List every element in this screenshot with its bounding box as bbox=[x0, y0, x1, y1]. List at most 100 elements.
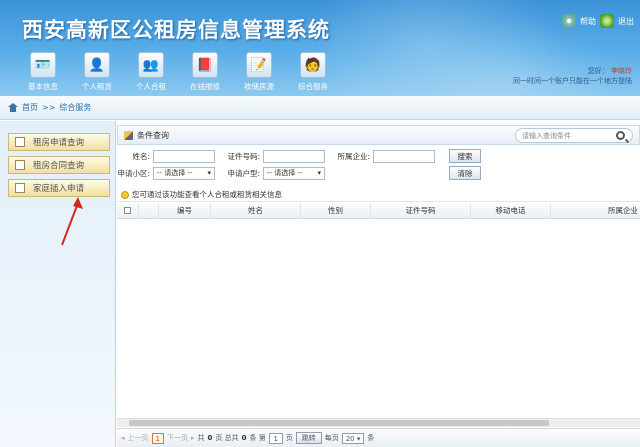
per-page-unit: 条 bbox=[367, 434, 375, 442]
sidebar-item-rent-application-query[interactable]: 租房申请查询 bbox=[8, 133, 110, 151]
exit-icon[interactable] bbox=[600, 14, 614, 28]
annotation-arrow-icon bbox=[61, 197, 83, 246]
nav-label: 在线报修 bbox=[190, 82, 220, 91]
lightbulb-icon bbox=[121, 190, 129, 199]
query-panel-header: 条件查询 请输入查询条件 bbox=[117, 125, 640, 145]
total-prefix: 共 bbox=[197, 434, 205, 442]
prev-page-icon[interactable]: ◂ bbox=[121, 434, 125, 442]
horizontal-scrollbar[interactable] bbox=[117, 418, 640, 427]
home-icon bbox=[8, 103, 18, 112]
nav-item-basic-info[interactable]: 🪪 基本信息 bbox=[20, 52, 66, 92]
total-items: 0 bbox=[241, 434, 247, 442]
search-icon[interactable] bbox=[616, 131, 625, 140]
service-person-icon: 🧑 bbox=[300, 52, 326, 78]
app-title: 西安高新区公租房信息管理系统 bbox=[22, 18, 330, 42]
goto-page-input[interactable]: 1 bbox=[268, 432, 283, 444]
nav-item-personal-share[interactable]: 👥 个人合租 bbox=[128, 52, 174, 92]
clear-button[interactable]: 清除 bbox=[449, 166, 481, 180]
column-header-company[interactable]: 所属企业 bbox=[551, 203, 640, 219]
community-select[interactable]: -- 请选择 -- ▾ bbox=[153, 166, 215, 180]
name-field[interactable] bbox=[153, 149, 215, 163]
next-page-icon[interactable]: ▸ bbox=[191, 434, 195, 442]
column-header-number[interactable]: 编号 bbox=[159, 202, 211, 219]
sidebar-item-family-insert-application[interactable]: 家庭插入申请 bbox=[8, 179, 110, 197]
nav-label: 综合服务 bbox=[298, 82, 328, 91]
housing-pen-icon: 📝 bbox=[246, 52, 272, 78]
nav-item-personal-rent[interactable]: 👤 个人租赁 bbox=[74, 52, 120, 92]
repair-book-icon: 📕 bbox=[192, 52, 218, 78]
column-header-id-number[interactable]: 证件号码 bbox=[371, 202, 471, 219]
user-name: 李晓玲 bbox=[611, 67, 632, 75]
breadcrumb-home[interactable]: 首页 bbox=[22, 102, 38, 113]
nav-label: 收储房源 bbox=[244, 82, 274, 91]
app-header: 西安高新区公租房信息管理系统 帮助 退出 🪪 基本信息 👤 个人租赁 👥 个人合… bbox=[0, 0, 640, 96]
company-field[interactable] bbox=[373, 149, 435, 163]
name-label: 姓名: bbox=[132, 151, 150, 161]
person-rent-icon: 👤 bbox=[84, 52, 110, 78]
chevron-down-icon: ▾ bbox=[207, 169, 211, 177]
community-label: 申请小区: bbox=[117, 168, 150, 178]
search-placeholder: 请输入查询条件 bbox=[522, 131, 571, 140]
id-number-field[interactable] bbox=[263, 149, 325, 163]
document-icon bbox=[15, 160, 25, 170]
type-select-value: -- 请选择 -- bbox=[267, 169, 303, 177]
select-all-cell bbox=[117, 202, 139, 219]
nav-label: 基本信息 bbox=[28, 82, 58, 91]
search-button[interactable]: 搜索 bbox=[449, 149, 481, 163]
sidebar-item-label: 租房合同查询 bbox=[33, 161, 85, 171]
document-icon bbox=[15, 183, 25, 193]
nav-item-online-repair[interactable]: 📕 在线报修 bbox=[182, 52, 228, 92]
column-header-mobile[interactable]: 移动电话 bbox=[471, 202, 551, 219]
query-row-2: 申请小区: -- 请选择 -- ▾ 申请户型: -- 请选择 -- ▾ 清除 bbox=[117, 166, 481, 180]
type-select[interactable]: -- 请选择 -- ▾ bbox=[263, 166, 325, 180]
items-unit: 条 第 bbox=[249, 434, 266, 442]
nav-label: 个人合租 bbox=[136, 82, 166, 91]
search-input[interactable]: 请输入查询条件 bbox=[515, 128, 633, 143]
select-all-checkbox[interactable] bbox=[124, 207, 131, 214]
table-header: 编号 姓名 性别 证件号码 移动电话 所属企业 bbox=[117, 202, 640, 219]
info-card-icon: 🪪 bbox=[30, 52, 56, 78]
query-row-1: 姓名: 证件号码: 所属企业: 搜索 bbox=[117, 149, 481, 163]
scrollbar-thumb[interactable] bbox=[129, 420, 549, 426]
document-icon bbox=[15, 137, 25, 147]
pencil-icon bbox=[124, 130, 133, 140]
pages-unit: 页 总共 bbox=[215, 434, 239, 442]
help-link[interactable]: 帮助 bbox=[580, 16, 596, 27]
main-content: 条件查询 请输入查询条件 姓名: 证件号码: 所属企业: 搜索 申请小区: --… bbox=[117, 121, 640, 447]
chevron-down-icon: ▾ bbox=[356, 434, 361, 443]
column-header-gender[interactable]: 性别 bbox=[301, 202, 371, 219]
type-label: 申请户型: bbox=[227, 168, 260, 178]
current-page-indicator[interactable]: 1 bbox=[151, 432, 164, 444]
query-panel-title: 条件查询 bbox=[137, 130, 169, 140]
prev-page-button[interactable]: 上一页 bbox=[128, 433, 149, 443]
top-links: 帮助 退出 bbox=[562, 14, 634, 28]
per-page-value: 20 bbox=[345, 434, 355, 443]
user-info: 您好： 李晓玲 同一时间一个账户只能在一个地方登陆 bbox=[513, 66, 632, 86]
id-label: 证件号码: bbox=[227, 151, 260, 161]
breadcrumb-separator: >> bbox=[42, 103, 56, 112]
pagination-bar: ◂ 上一页 1 下一页 ▸ 共 0 页 总共 0 条 第 1 页 跳转 每页 2… bbox=[117, 428, 640, 447]
column-header-name[interactable]: 姓名 bbox=[211, 202, 301, 219]
sidebar-item-rent-contract-query[interactable]: 租房合同查询 bbox=[8, 156, 110, 174]
nav-item-housing-storage[interactable]: 📝 收储房源 bbox=[236, 52, 282, 92]
person-share-icon: 👥 bbox=[138, 52, 164, 78]
per-page-select[interactable]: 20 ▾ bbox=[341, 432, 365, 444]
nav-label: 个人租赁 bbox=[82, 82, 112, 91]
nav-item-general-service[interactable]: 🧑 综合服务 bbox=[290, 52, 336, 92]
exit-link[interactable]: 退出 bbox=[618, 16, 634, 27]
main-nav: 🪪 基本信息 👤 个人租赁 👥 个人合租 📕 在线报修 📝 收储房源 🧑 综合服… bbox=[20, 52, 336, 92]
sidebar-item-label: 家庭插入申请 bbox=[33, 184, 85, 194]
tip-row: 您可通过该功能查看个人合租或租赁相关信息 bbox=[117, 188, 640, 202]
sidebar: 租房申请查询 租房合同查询 家庭插入申请 bbox=[0, 121, 116, 447]
total-pages: 0 bbox=[207, 434, 213, 442]
next-page-button[interactable]: 下一页 bbox=[167, 433, 188, 443]
page-unit: 页 bbox=[285, 434, 293, 442]
user-greeting: 您好： bbox=[587, 67, 609, 75]
tip-text: 您可通过该功能查看个人合租或租赁相关信息 bbox=[132, 190, 282, 199]
chevron-down-icon: ▾ bbox=[317, 169, 321, 177]
per-page-label: 每页 bbox=[324, 434, 339, 442]
sidebar-item-label: 租房申请查询 bbox=[33, 138, 85, 148]
jump-button[interactable]: 跳转 bbox=[295, 432, 322, 444]
help-icon[interactable] bbox=[562, 14, 576, 28]
login-notice: 同一时间一个账户只能在一个地方登陆 bbox=[513, 77, 632, 85]
